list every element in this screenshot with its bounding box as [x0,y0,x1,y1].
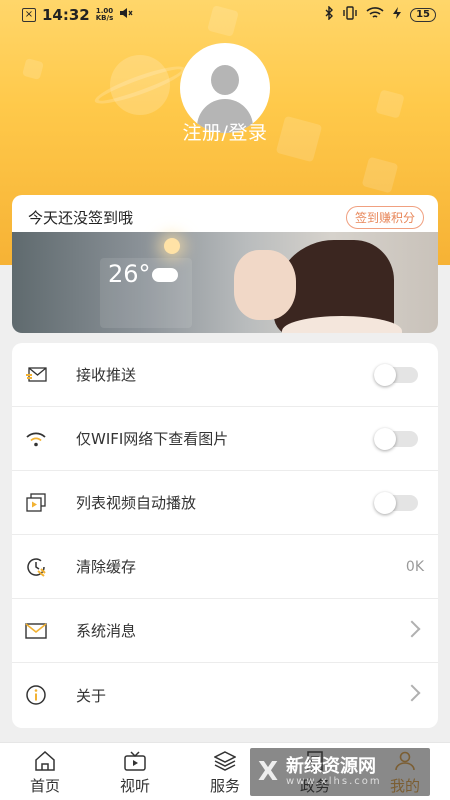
banner-person-face [234,250,296,320]
tab-label: 首页 [29,777,60,795]
info-icon [24,683,48,707]
banner-temperature: 26° [108,260,151,288]
battery-indicator: 15 [410,8,436,22]
layers-icon [213,751,237,771]
status-time: 14:32 [42,6,90,24]
setting-label: 系统消息 [76,622,137,640]
autoplay-toggle[interactable] [374,492,418,514]
video-play-icon [24,491,48,515]
wifi-status-icon [366,6,384,24]
chevron-right-icon [403,620,421,638]
signin-card: 今天还没签到哦 签到赚积分 26° [12,195,438,333]
home-icon [34,750,56,771]
tv-icon [124,751,146,771]
mute-icon [119,6,133,24]
tab-label: 视听 [119,777,150,795]
cloud-icon [152,268,178,282]
setting-label: 清除缓存 [76,558,137,576]
setting-row-clear-cache[interactable]: 清除缓存 0K [12,535,438,599]
setting-row-push[interactable]: 接收推送 [12,343,438,407]
network-speed: 1.00 KB/s [95,7,114,22]
vibrate-icon [342,6,358,24]
mail-icon [24,619,48,643]
wifi-images-toggle[interactable] [374,428,418,450]
setting-row-system-messages[interactable]: 系统消息 [12,599,438,663]
toggle-knob [374,428,396,450]
cache-size: 0K [405,558,424,575]
status-bar: × 14:32 1.00 KB/s 15 [0,0,450,30]
promo-banner[interactable]: 26° [12,232,438,333]
bluetooth-icon [324,5,334,24]
setting-label: 关于 [76,686,107,705]
sun-icon [164,238,180,254]
charging-icon [392,6,402,24]
avatar-head [211,65,239,95]
watermark-title: 新绿资源网 [286,755,377,777]
decoration-shape [361,156,399,194]
tab-media[interactable]: 视听 [90,743,180,800]
setting-label: 列表视频自动播放 [76,494,197,512]
decoration-shape [375,89,405,119]
notification-close-icon: × [22,8,36,22]
signin-button[interactable]: 签到赚积分 [345,206,424,229]
login-link[interactable]: 注册/登录 [0,118,450,145]
envelope-send-icon [24,363,48,387]
watermark-url: www.xlhs.com [286,775,382,787]
clock-clean-icon [24,555,48,579]
settings-list: 接收推送 仅WIFI网络下查看图片 列表视频自动播放 清除缓存 0K 系统消息 [12,343,438,728]
tab-home[interactable]: 首页 [0,743,90,800]
push-toggle[interactable] [374,364,418,386]
toggle-knob [374,492,396,514]
chevron-right-icon [403,684,421,702]
watermark-logo-icon: Ⅹ [258,757,279,787]
setting-label: 接收推送 [76,366,137,384]
watermark-overlay: Ⅹ 新绿资源网 www.xlhs.com [250,748,430,796]
setting-row-wifi-images[interactable]: 仅WIFI网络下查看图片 [12,407,438,471]
setting-label: 仅WIFI网络下查看图片 [76,430,229,448]
toggle-knob [374,364,396,386]
wifi-icon [24,427,48,451]
setting-row-about[interactable]: 关于 [12,663,438,727]
decoration-shape [21,57,45,81]
setting-row-autoplay[interactable]: 列表视频自动播放 [12,471,438,535]
signin-prompt: 今天还没签到哦 [28,209,134,227]
